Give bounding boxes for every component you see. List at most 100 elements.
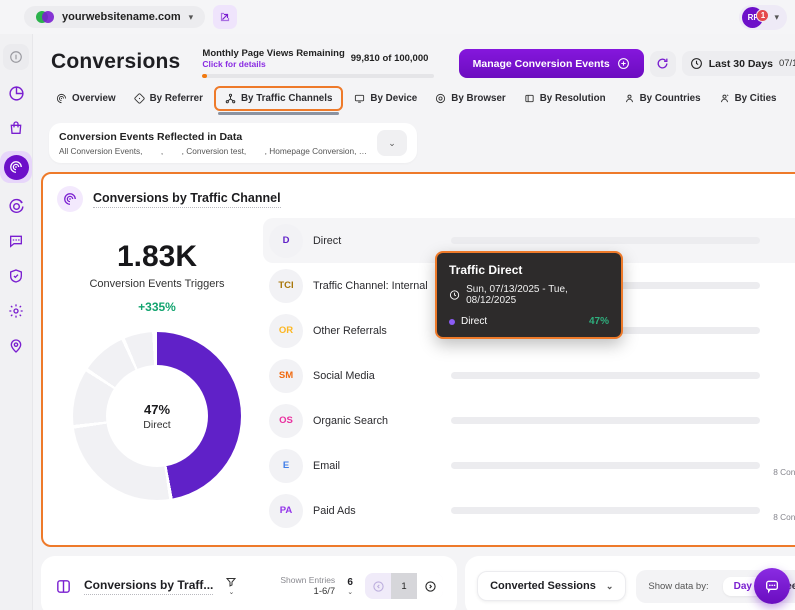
countries-icon bbox=[624, 93, 635, 104]
sidebar-item-feedback[interactable] bbox=[4, 229, 28, 253]
sidebar bbox=[0, 34, 33, 610]
quota-progress bbox=[202, 74, 434, 78]
app-root: yourwebsitename.com ▾ RF 1 ▾ bbox=[0, 0, 795, 610]
site-logo-icon bbox=[36, 10, 54, 24]
channel-label: Traffic Channel: Internal bbox=[313, 280, 441, 292]
donut-chart[interactable]: 47% Direct bbox=[73, 332, 241, 500]
external-link-icon bbox=[219, 11, 231, 23]
table-filter-button[interactable]: ⌄ bbox=[225, 576, 237, 596]
refresh-button[interactable] bbox=[650, 51, 676, 77]
channel-count: 468 Conversion Events Triggers bbox=[770, 281, 795, 303]
arrow-left-icon bbox=[372, 580, 385, 593]
channel-percent: 11.3% bbox=[770, 313, 795, 325]
quota-value: 99,810 of 100,000 bbox=[351, 53, 429, 64]
resolution-icon bbox=[524, 93, 535, 104]
channel-count: 8 Conversion Events Triggers bbox=[770, 467, 795, 478]
clock-icon bbox=[449, 289, 460, 301]
banner-expand-button[interactable]: ⌄ bbox=[377, 130, 407, 156]
pie-chart-icon bbox=[8, 85, 25, 102]
chevron-down-icon: ⌄ bbox=[606, 581, 614, 592]
plus-circle-icon bbox=[617, 57, 630, 70]
previous-page-button[interactable] bbox=[365, 573, 391, 599]
sidebar-collapse-button[interactable] bbox=[3, 44, 29, 70]
chat-bubble-icon bbox=[8, 233, 24, 249]
channel-row-email[interactable]: E Email 0.44% 8 Conversion Events Trigge… bbox=[263, 443, 795, 488]
page-size-selector[interactable]: 6 ⌄ bbox=[347, 577, 353, 596]
sidebar-item-conversions-active[interactable] bbox=[0, 151, 32, 183]
sidebar-item-privacy[interactable] bbox=[4, 264, 28, 288]
top-bar: yourwebsitename.com ▾ RF 1 ▾ bbox=[0, 0, 795, 34]
tab-by-device[interactable]: By Device bbox=[347, 88, 424, 109]
current-page[interactable]: 1 bbox=[391, 573, 417, 599]
quota-details-link[interactable]: Click for details bbox=[202, 59, 344, 69]
clock-icon bbox=[690, 57, 703, 70]
channel-percent: 47% bbox=[770, 223, 795, 235]
next-page-button[interactable] bbox=[417, 573, 443, 599]
chat-fab-button[interactable] bbox=[754, 568, 790, 604]
collapse-panel-icon bbox=[9, 50, 23, 64]
table-icon bbox=[55, 578, 72, 595]
card-icon bbox=[57, 186, 83, 212]
sidebar-item-analytics[interactable] bbox=[4, 81, 28, 105]
channel-count: 8 Conversion Events Triggers bbox=[770, 512, 795, 523]
donut-center-value: 47% bbox=[144, 402, 170, 417]
tooltip-value: 47% bbox=[589, 316, 609, 327]
cities-icon bbox=[719, 93, 730, 104]
date-range-selector[interactable]: Last 30 Days 07/13/2025 - 08/12/2025 ⌄ bbox=[682, 51, 795, 76]
tab-by-referrer[interactable]: By Referrer bbox=[127, 88, 210, 109]
channel-initials: OR bbox=[269, 314, 303, 348]
quota-label: Monthly Page Views Remaining bbox=[202, 48, 344, 59]
tooltip-title: Traffic Direct bbox=[449, 263, 609, 277]
tab-by-browser[interactable]: By Browser bbox=[428, 88, 512, 109]
table-toolbar-card: Conversions by Traff... ⌄ Shown Entries … bbox=[41, 556, 457, 610]
manage-conversion-events-button[interactable]: Manage Conversion Events bbox=[459, 49, 644, 78]
channel-count: 857 Conversion Events Triggers bbox=[770, 236, 795, 258]
conversions-by-traffic-channel-card: Conversions by Traffic Channel ⌄ 1.83K C… bbox=[41, 172, 795, 547]
channel-initials: TCI bbox=[269, 269, 303, 303]
chart-controls-card: Converted Sessions ⌄ Show data by: Day W… bbox=[465, 556, 795, 610]
show-data-by-label: Show data by: bbox=[648, 581, 708, 592]
channel-label: Direct bbox=[313, 235, 441, 247]
channel-percent: 9.15% bbox=[770, 358, 795, 370]
channel-bar bbox=[451, 237, 760, 244]
period-label: Last 30 Days bbox=[709, 58, 773, 70]
website-selector[interactable]: yourwebsitename.com ▾ bbox=[24, 6, 205, 28]
location-pin-icon bbox=[8, 338, 24, 354]
user-menu[interactable]: RF 1 ▾ bbox=[739, 5, 787, 30]
chevron-down-icon: ⌄ bbox=[388, 138, 396, 149]
channel-count: 167 Conversion Events Triggers bbox=[770, 371, 795, 393]
device-icon bbox=[354, 93, 365, 104]
shown-entries: Shown Entries 1-6/7 bbox=[280, 575, 335, 597]
page-header: Conversions Monthly Page Views Remaining… bbox=[41, 40, 795, 80]
tab-by-cities[interactable]: By Cities bbox=[712, 88, 784, 109]
channel-initials: D bbox=[269, 224, 303, 258]
sidebar-item-settings[interactable] bbox=[4, 299, 28, 323]
channel-bar bbox=[451, 417, 760, 424]
metric-dropdown[interactable]: Converted Sessions ⌄ bbox=[477, 571, 626, 601]
shield-check-icon bbox=[8, 268, 24, 284]
refresh-icon bbox=[656, 57, 669, 70]
tab-by-resolution[interactable]: By Resolution bbox=[517, 88, 613, 109]
sidebar-item-locations[interactable] bbox=[4, 334, 28, 358]
channel-percent: 0.44% bbox=[770, 454, 795, 466]
tab-overview[interactable]: Overview bbox=[49, 88, 123, 109]
tab-by-utm-campaign[interactable]: By UTM Campaign bbox=[788, 88, 795, 109]
tab-by-traffic-channels[interactable]: By Traffic Channels bbox=[214, 86, 343, 111]
channel-row-organic-search[interactable]: OS Organic Search 6.03% 110 Conversion E… bbox=[263, 398, 795, 443]
funnel-icon bbox=[225, 576, 237, 588]
sidebar-item-ecommerce[interactable] bbox=[4, 116, 28, 140]
sidebar-item-goals[interactable] bbox=[4, 194, 28, 218]
channel-percent: 6.03% bbox=[770, 403, 795, 415]
channel-bar bbox=[451, 372, 760, 379]
channel-initials: E bbox=[269, 449, 303, 483]
series-dot-icon bbox=[449, 319, 455, 325]
channel-row-paid-ads[interactable]: PA Paid Ads 0.44% 8 Conversion Events Tr… bbox=[263, 488, 795, 533]
tab-by-countries[interactable]: By Countries bbox=[617, 88, 708, 109]
delta-badge: +335% bbox=[138, 300, 176, 314]
period-range: 07/13/2025 - 08/12/2025 bbox=[779, 58, 795, 69]
target-orbit-icon bbox=[8, 198, 25, 215]
open-website-button[interactable] bbox=[213, 5, 237, 29]
browser-icon bbox=[435, 93, 446, 104]
channel-row-social-media[interactable]: SM Social Media 9.15% 167 Conversion Eve… bbox=[263, 353, 795, 398]
channel-label: Organic Search bbox=[313, 415, 441, 427]
